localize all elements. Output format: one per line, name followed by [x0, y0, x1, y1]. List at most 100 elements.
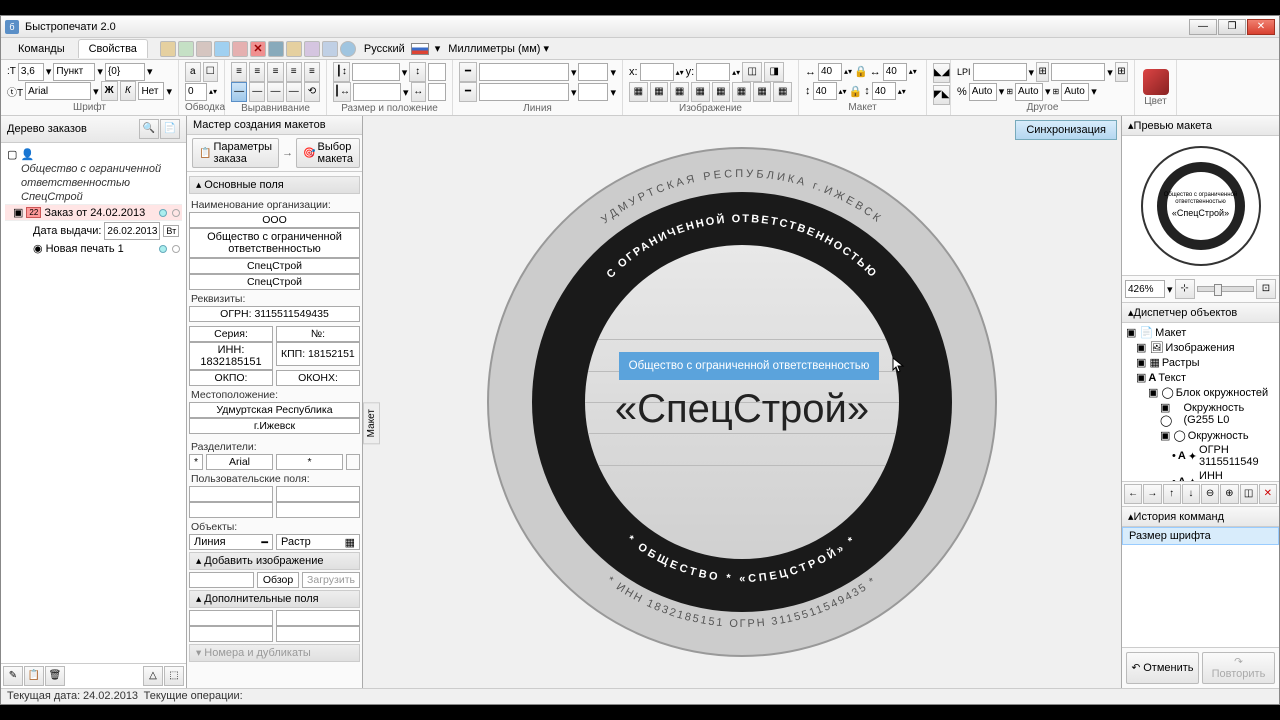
size-btn[interactable]: ┃↔	[333, 82, 351, 102]
img-btn[interactable]: ▦	[773, 82, 792, 102]
extra1[interactable]	[189, 610, 273, 626]
section-extra[interactable]: ▴ Дополнительные поля	[189, 590, 360, 608]
italic-button[interactable]: К	[120, 81, 137, 101]
toolbar-icon[interactable]	[178, 41, 194, 57]
y-input[interactable]	[696, 63, 730, 81]
zoom-slider[interactable]	[1197, 286, 1254, 292]
tree-bot-btn[interactable]: ⬚	[164, 666, 184, 686]
other-btn[interactable]: ⊞	[1036, 62, 1049, 82]
lpi-input[interactable]	[973, 63, 1027, 81]
font-size-input[interactable]	[18, 63, 44, 81]
spec1-input[interactable]	[189, 258, 360, 274]
tree-org[interactable]: СпецСтрой	[5, 190, 182, 204]
tree-order[interactable]: ▣ 22 Заказ от 24.02.2013	[5, 204, 182, 221]
zoom-btn[interactable]: ⊹	[1175, 279, 1195, 299]
img-btn[interactable]: ▦	[712, 82, 731, 102]
sep-font[interactable]	[206, 454, 273, 470]
kpp-input[interactable]	[276, 342, 360, 366]
line-btn[interactable]: ━	[459, 82, 477, 102]
tree-bot-btn[interactable]: 🗑	[45, 666, 65, 686]
img-btn[interactable]: ▦	[753, 82, 772, 102]
zoom-input[interactable]	[1125, 280, 1165, 298]
obj-tool[interactable]: ↓	[1182, 484, 1200, 504]
tree-stamp-item[interactable]: ◉ Новая печать 1	[5, 241, 182, 256]
img-btn[interactable]: ▦	[650, 82, 669, 102]
zoom-fit[interactable]: ⊡	[1256, 279, 1276, 299]
ogrn-input[interactable]	[189, 306, 360, 322]
align-btn[interactable]: ≡	[231, 62, 247, 82]
units-selector[interactable]: Миллиметры (мм) ▾	[448, 42, 549, 55]
x-input[interactable]	[640, 63, 674, 81]
history-item[interactable]: Размер шрифта	[1122, 527, 1279, 545]
region-input[interactable]	[189, 402, 360, 418]
auto1[interactable]	[969, 83, 997, 101]
underline-input[interactable]	[138, 82, 164, 100]
stroke-input[interactable]	[185, 83, 207, 101]
extra2[interactable]	[276, 610, 360, 626]
okpo-input[interactable]	[189, 370, 273, 386]
color-picker-icon[interactable]	[1143, 69, 1169, 95]
toolbar-icon[interactable]	[286, 41, 302, 57]
load-button[interactable]: Загрузить	[302, 572, 360, 588]
line-w2[interactable]	[578, 83, 608, 101]
img-btn[interactable]: ▦	[732, 82, 751, 102]
section-nums[interactable]: ▾ Номера и дубликаты	[189, 644, 360, 662]
size-btn[interactable]: ↔	[411, 82, 426, 102]
spec2-input[interactable]	[189, 274, 360, 290]
redo-button[interactable]: ↷ Повторить	[1202, 652, 1275, 684]
w-input[interactable]	[353, 83, 401, 101]
h-input[interactable]	[352, 63, 400, 81]
section-addimg[interactable]: ▴ Добавить изображение	[189, 552, 360, 570]
obj-tool[interactable]: ⊖	[1201, 484, 1219, 504]
tree-bot-btn[interactable]: 📋	[24, 666, 44, 686]
line-w[interactable]	[578, 63, 608, 81]
side-tab[interactable]: Макет	[363, 402, 380, 444]
toolbar-icon[interactable]	[214, 41, 230, 57]
font-unit-input[interactable]	[53, 63, 95, 81]
valign-btn[interactable]: —	[249, 82, 265, 102]
num-input[interactable]	[276, 326, 360, 342]
img-path[interactable]	[189, 572, 254, 588]
main-stamp-text[interactable]: «СпецСтрой»	[487, 387, 997, 432]
canvas[interactable]: Синхронизация УДМУРТСКАЯ РЕСПУБЛИКА г.ИЖ…	[363, 116, 1121, 688]
obj-tool[interactable]: ◫	[1240, 484, 1258, 504]
series-input[interactable]	[189, 326, 273, 342]
layout-h2[interactable]	[872, 82, 896, 100]
img-btn[interactable]: ◫	[742, 62, 762, 82]
font-weight-input[interactable]	[105, 63, 145, 81]
layout-h[interactable]	[813, 82, 837, 100]
valign-btn[interactable]: —	[231, 82, 247, 102]
toolbar-icon[interactable]	[196, 41, 212, 57]
layout-w[interactable]	[818, 63, 842, 81]
valign-btn[interactable]: —	[267, 82, 283, 102]
globe-icon[interactable]	[340, 41, 356, 57]
size-btn[interactable]: ↕	[409, 62, 426, 82]
stamp-preview[interactable]: УДМУРТСКАЯ РЕСПУБЛИКА г.ИЖЕВСК * ИНН 183…	[487, 147, 997, 657]
ooo-input[interactable]	[189, 212, 360, 228]
cancel-button[interactable]: ↶ Отменить	[1126, 652, 1199, 684]
valign-btn[interactable]: —	[286, 82, 302, 102]
dw-input[interactable]	[428, 83, 446, 101]
obj-tool[interactable]: ←	[1124, 484, 1142, 504]
toolbar-icon[interactable]	[232, 41, 248, 57]
okonh-input[interactable]	[276, 370, 360, 386]
tree-org[interactable]: Общество с ограниченной	[5, 162, 182, 176]
city-input[interactable]	[189, 418, 360, 434]
tree-root[interactable]: ▢ 👤	[5, 147, 182, 162]
stroke-btn[interactable]: ☐	[203, 62, 219, 82]
custom2[interactable]	[276, 486, 360, 502]
tree-bot-btn[interactable]: ✎	[3, 666, 23, 686]
delete-obj[interactable]: ✕	[1259, 484, 1277, 504]
mirror-h-icon[interactable]: ◣◢	[933, 63, 950, 83]
mirror-v-icon[interactable]: ◤◣	[933, 85, 950, 105]
img-btn[interactable]: ▦	[670, 82, 689, 102]
tab-properties[interactable]: Свойства	[78, 39, 148, 58]
auto3[interactable]	[1061, 83, 1089, 101]
toolbar-icon[interactable]	[322, 41, 338, 57]
dh-input[interactable]	[428, 63, 446, 81]
toolbar-icon[interactable]	[304, 41, 320, 57]
bold-button[interactable]: Ж	[101, 81, 118, 101]
tree-bot-btn[interactable]: △	[143, 666, 163, 686]
line-btn[interactable]: ━	[459, 62, 477, 82]
img-btn[interactable]: ▦	[691, 82, 710, 102]
